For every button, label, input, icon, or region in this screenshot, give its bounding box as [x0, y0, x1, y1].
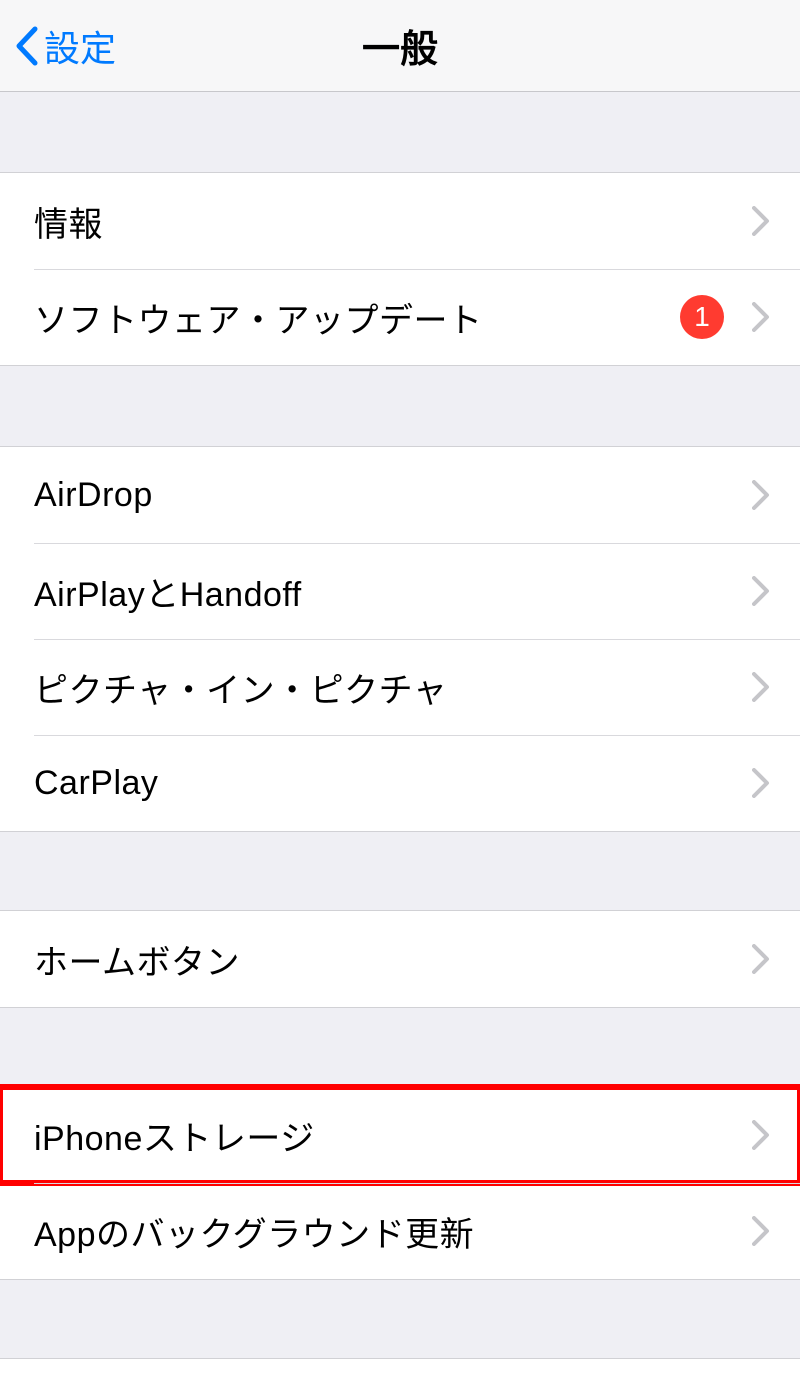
row-label: AirDrop [34, 476, 752, 515]
chevron-left-icon [14, 26, 40, 66]
row-label: CarPlay [34, 764, 752, 803]
row-label: ピクチャ・イン・ピクチャ [34, 663, 752, 712]
row-home-button[interactable]: ホームボタン [0, 911, 800, 1007]
spacer [0, 366, 800, 446]
chevron-right-icon [752, 1216, 770, 1246]
row-airplay-handoff[interactable]: AirPlayとHandoff [0, 543, 800, 639]
group-date-time: 日付と時刻 [0, 1358, 800, 1381]
chevron-right-icon [752, 672, 770, 702]
row-software-update[interactable]: ソフトウェア・アップデート 1 [0, 269, 800, 365]
row-date-time[interactable]: 日付と時刻 [0, 1359, 800, 1381]
row-label: ホームボタン [34, 935, 752, 984]
chevron-right-icon [752, 944, 770, 974]
spacer [0, 92, 800, 172]
row-airdrop[interactable]: AirDrop [0, 447, 800, 543]
row-label: iPhoneストレージ [34, 1111, 752, 1160]
chevron-right-icon [752, 576, 770, 606]
back-label: 設定 [44, 20, 116, 72]
page-title: 一般 [362, 18, 438, 73]
row-picture-in-picture[interactable]: ピクチャ・イン・ピクチャ [0, 639, 800, 735]
spacer [0, 832, 800, 910]
chevron-right-icon [752, 302, 770, 332]
group-storage: iPhoneストレージ Appのバックグラウンド更新 [0, 1086, 800, 1280]
spacer [0, 1008, 800, 1086]
row-iphone-storage[interactable]: iPhoneストレージ [0, 1087, 800, 1183]
chevron-right-icon [752, 1120, 770, 1150]
notification-badge: 1 [680, 295, 724, 339]
nav-bar: 設定 一般 [0, 0, 800, 92]
group-about: 情報 ソフトウェア・アップデート 1 [0, 172, 800, 366]
row-label: 情報 [34, 197, 752, 246]
spacer [0, 1280, 800, 1358]
chevron-right-icon [752, 480, 770, 510]
row-background-app-refresh[interactable]: Appのバックグラウンド更新 [0, 1183, 800, 1279]
back-button[interactable]: 設定 [0, 20, 116, 72]
row-label: ソフトウェア・アップデート [34, 293, 680, 342]
chevron-right-icon [752, 206, 770, 236]
chevron-right-icon [752, 768, 770, 798]
group-home-button: ホームボタン [0, 910, 800, 1008]
row-label: Appのバックグラウンド更新 [34, 1207, 752, 1256]
row-about[interactable]: 情報 [0, 173, 800, 269]
row-label: AirPlayとHandoff [34, 567, 752, 616]
group-connectivity: AirDrop AirPlayとHandoff ピクチャ・イン・ピクチャ Car… [0, 446, 800, 832]
row-carplay[interactable]: CarPlay [0, 735, 800, 831]
